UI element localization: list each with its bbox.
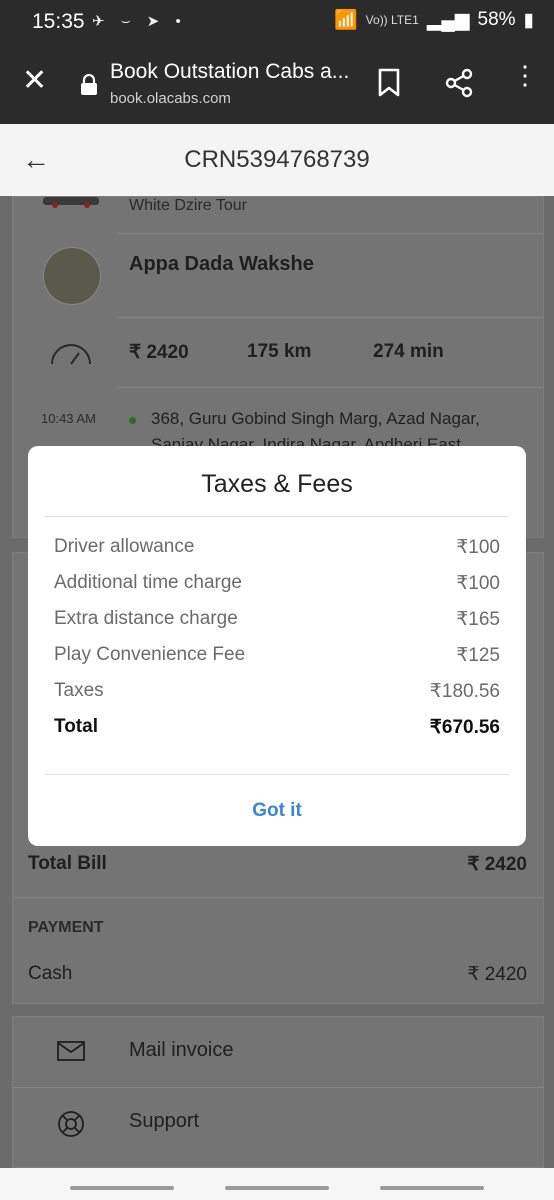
fee-value: ₹100 xyxy=(456,537,500,558)
app-header: ← CRN5394768739 xyxy=(0,124,554,196)
payment-value: ₹ 2420 xyxy=(467,964,527,985)
car-icon xyxy=(43,197,99,208)
total-bill-label: Total Bill xyxy=(28,853,107,874)
status-right: 📶 Vo)) LTE1 ▂▄▆ 58% ▮ xyxy=(334,8,534,32)
nav-home-pill[interactable] xyxy=(225,1186,329,1190)
duration-value: 274 min xyxy=(373,341,444,362)
car-model: White Dzire Tour xyxy=(129,197,247,214)
more-options-icon[interactable]: ⋮ xyxy=(512,62,538,88)
actions-card: Mail invoice Support xyxy=(12,1016,544,1168)
mail-icon xyxy=(57,1041,85,1061)
browser-url[interactable]: book.olacabs.com xyxy=(110,90,231,107)
nav-recent-pill[interactable] xyxy=(70,1186,174,1190)
fee-row: Additional time charge ₹100 xyxy=(54,572,500,595)
fee-row: Play Convenience Fee ₹125 xyxy=(54,644,500,667)
fee-label: Play Convenience Fee xyxy=(54,644,246,665)
wifi-icon: 📶 xyxy=(334,10,358,31)
fee-row: Taxes ₹180.56 xyxy=(54,680,500,703)
support-row[interactable]: Support xyxy=(13,1088,543,1158)
pickup-dot-icon xyxy=(129,417,136,424)
notification-icons: ✈ ⌣ ➤ • xyxy=(92,13,187,30)
mail-invoice-row[interactable]: Mail invoice xyxy=(13,1017,543,1087)
pickup-time: 10:43 AM xyxy=(41,411,96,426)
divider xyxy=(117,317,543,318)
got-it-button[interactable]: Got it xyxy=(28,800,526,822)
taxes-fees-dialog: Taxes & Fees Driver allowance ₹100 Addit… xyxy=(28,446,526,846)
status-time: 15:35 xyxy=(32,10,85,33)
network-label: Vo)) LTE1 xyxy=(365,13,419,27)
browser-toolbar: ✕ Book Outstation Cabs a... book.olacabs… xyxy=(0,44,554,124)
divider xyxy=(117,387,543,388)
battery-percent: 58% xyxy=(477,9,516,30)
bookmark-icon[interactable] xyxy=(376,68,402,98)
fee-row: Driver allowance ₹100 xyxy=(54,536,500,559)
total-value: ₹670.56 xyxy=(429,717,500,738)
divider xyxy=(117,233,543,234)
support-icon xyxy=(58,1111,84,1137)
system-nav-bar xyxy=(0,1168,554,1200)
dialog-title: Taxes & Fees xyxy=(201,470,353,498)
status-bar: 15:35 ✈ ⌣ ➤ • 📶 Vo)) LTE1 ▂▄▆ 58% ▮ xyxy=(0,0,554,44)
fee-label: Taxes xyxy=(54,680,104,701)
dialog-divider xyxy=(45,516,509,517)
support-label: Support xyxy=(129,1110,200,1132)
fee-value: ₹100 xyxy=(456,573,500,594)
mail-invoice-label: Mail invoice xyxy=(129,1039,234,1061)
fee-row: Extra distance charge ₹165 xyxy=(54,608,500,631)
battery-icon: ▮ xyxy=(523,9,534,31)
payment-heading: PAYMENT xyxy=(28,919,104,936)
nav-back-pill[interactable] xyxy=(380,1186,484,1190)
fee-value: ₹180.56 xyxy=(429,681,500,702)
signal-icon: ▂▄▆ xyxy=(426,9,470,31)
total-row: Total ₹670.56 xyxy=(54,716,500,739)
lock-icon xyxy=(81,74,97,95)
avatar xyxy=(43,247,101,305)
fee-label: Driver allowance xyxy=(54,536,195,557)
close-icon[interactable]: ✕ xyxy=(22,66,47,96)
payment-method: Cash xyxy=(28,963,73,984)
speedometer-icon xyxy=(51,344,91,365)
fee-value: ₹165 xyxy=(456,609,500,630)
distance-value: 175 km xyxy=(247,341,312,362)
total-bill-value: ₹ 2420 xyxy=(467,854,527,875)
fee-label: Extra distance charge xyxy=(54,608,238,629)
driver-name: Appa Dada Wakshe xyxy=(129,253,314,275)
fee-value: ₹125 xyxy=(456,645,500,666)
fee-label: Additional time charge xyxy=(54,572,242,593)
page-title: CRN5394768739 xyxy=(184,146,370,173)
total-label: Total xyxy=(54,716,98,737)
pickup-address-line1: 368, Guru Gobind Singh Marg, Azad Nagar, xyxy=(151,409,480,428)
share-icon[interactable] xyxy=(444,68,474,98)
browser-page-title: Book Outstation Cabs a... xyxy=(110,60,350,83)
fare-value: ₹ 2420 xyxy=(129,342,189,363)
divider xyxy=(13,897,543,898)
dialog-divider xyxy=(45,774,509,775)
